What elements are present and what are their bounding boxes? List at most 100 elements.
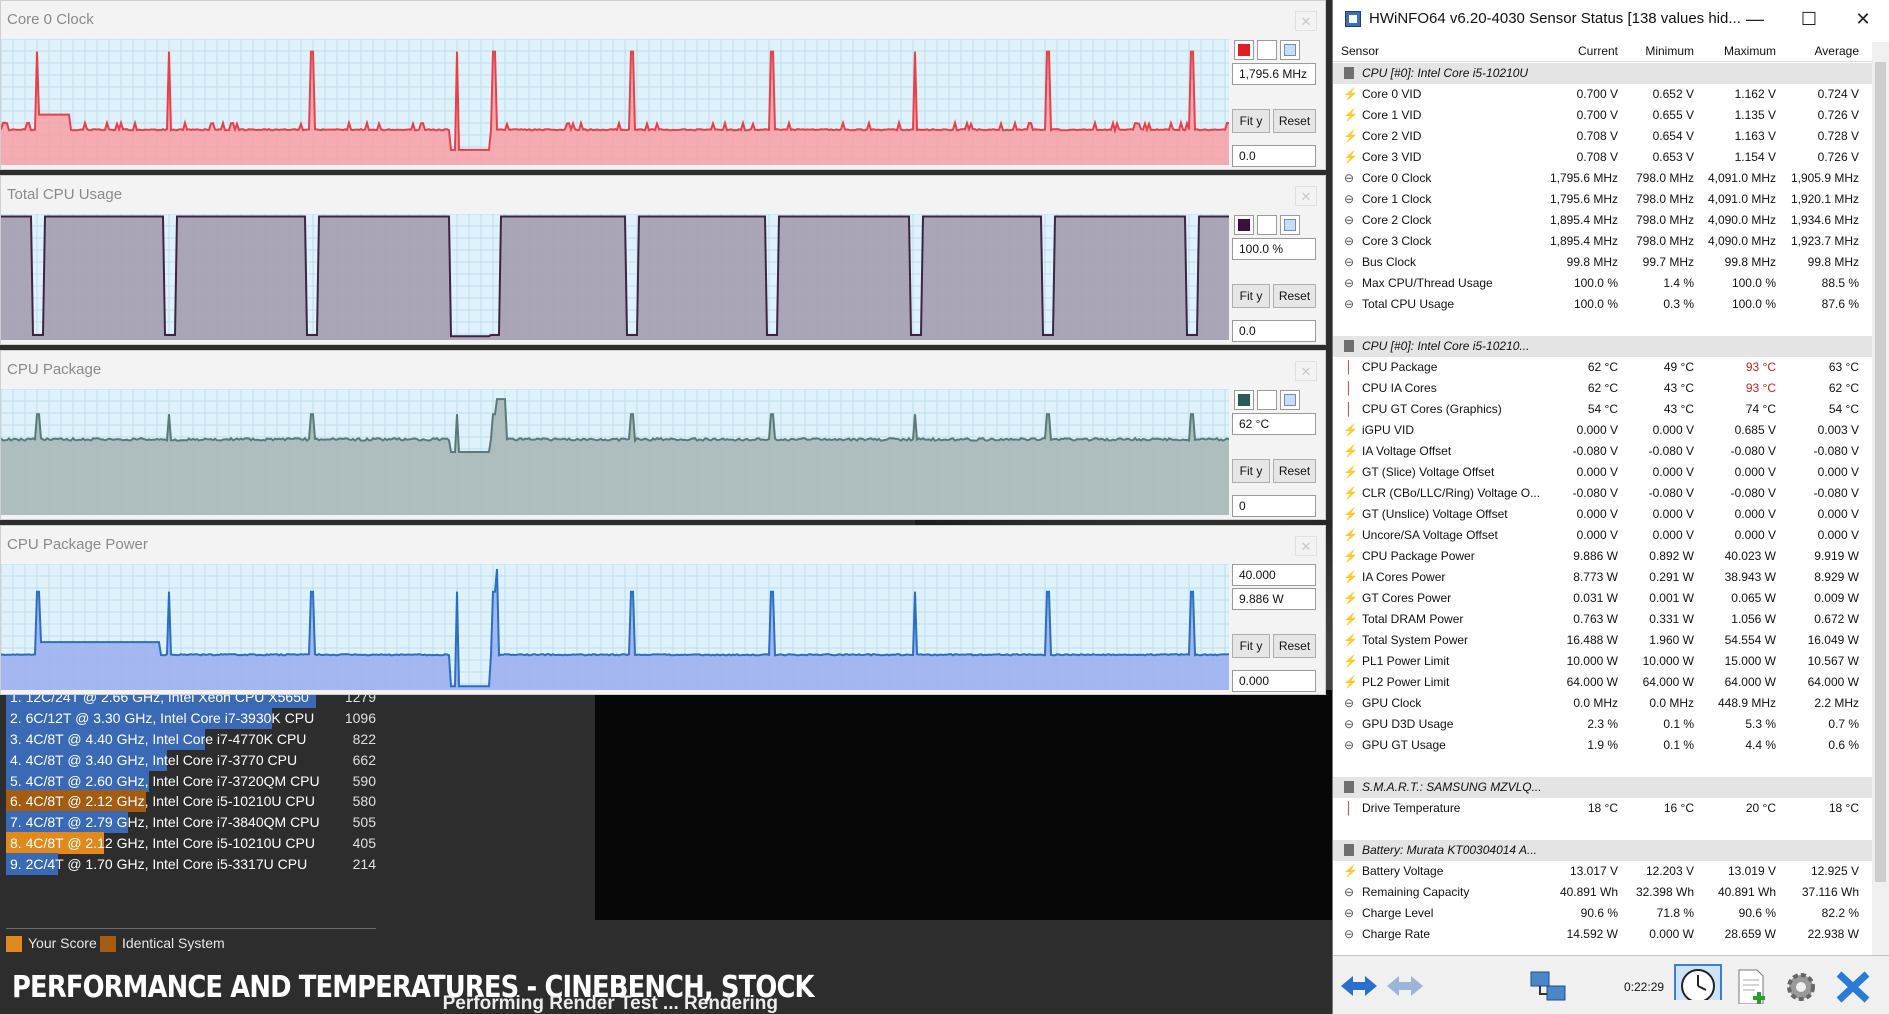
line-color-swatch[interactable]: [1234, 40, 1254, 60]
ranking-row[interactable]: 8. 4C/8T @ 2.12 GHz, Intel Core i5-10210…: [6, 832, 376, 854]
sensor-row[interactable]: ⚡ GT (Slice) Voltage Offset 0.000 V 0.000 V…: [1333, 462, 1873, 483]
fit-y-button[interactable]: Fit y: [1232, 284, 1270, 308]
sensor-group-row[interactable]: S.M.A.R.T.: SAMSUNG MZVLQ...: [1333, 777, 1873, 798]
sensor-row[interactable]: ⚡ IA Voltage Offset -0.080 V -0.080 V -0.080…: [1333, 441, 1873, 462]
minimize-button[interactable]: —: [1728, 0, 1782, 38]
network-icon[interactable]: [1527, 968, 1571, 1004]
sensor-row[interactable]: ⊖ GPU GT Usage 1.9 % 0.1 % 4.4 % 0.6 %: [1333, 735, 1873, 756]
hwinfo-sensor-window: HWiNFO64 v6.20-4030 Sensor Status [138 v…: [1332, 0, 1889, 1014]
header-minimum[interactable]: Minimum: [1645, 44, 1694, 58]
fit-y-button[interactable]: Fit y: [1232, 459, 1270, 483]
graph-close-button[interactable]: ✕: [1295, 361, 1317, 381]
reset-button[interactable]: Reset: [1273, 109, 1316, 133]
sensor-row[interactable]: ⚡ PL2 Power Limit 64.000 W 64.000 W 64.000 W…: [1333, 672, 1873, 693]
line-color-swatch[interactable]: [1234, 390, 1254, 410]
navigate-disabled-icon[interactable]: [1385, 968, 1425, 1004]
fit-y-button[interactable]: Fit y: [1232, 634, 1270, 658]
settings-gear-icon[interactable]: [1781, 968, 1821, 1004]
sensor-row[interactable]: ⚡ Total System Power 16.488 W 1.960 W 54.554…: [1333, 630, 1873, 651]
sensor-row[interactable]: ⚡ GT Cores Power 0.031 W 0.001 W 0.065 W 0.00…: [1333, 588, 1873, 609]
reset-button[interactable]: Reset: [1273, 459, 1316, 483]
graph-bottom-value[interactable]: 0: [1232, 495, 1316, 517]
sensor-row[interactable]: ⚡ GT (Unslice) Voltage Offset 0.000 V 0.000…: [1333, 504, 1873, 525]
fill-color-swatch[interactable]: [1257, 40, 1277, 60]
ranking-row[interactable]: 6. 4C/8T @ 2.12 GHz, Intel Core i5-10210…: [6, 790, 376, 812]
fill-color-swatch[interactable]: [1257, 390, 1277, 410]
sensor-row[interactable]: ⊖ GPU D3D Usage 2.3 % 0.1 % 5.3 % 0.7 %: [1333, 714, 1873, 735]
sensor-row[interactable]: ⚡ CLR (CBo/LLC/Ring) Voltage O... -0.080 V…: [1333, 483, 1873, 504]
graph-close-button[interactable]: ✕: [1295, 11, 1317, 31]
sensor-row[interactable]: ⚡ Battery Voltage 13.017 V 12.203 V 13.019 V…: [1333, 861, 1873, 882]
sensor-row[interactable]: ⊖ Max CPU/Thread Usage 100.0 % 1.4 % 100.0 %…: [1333, 273, 1873, 294]
sensor-row[interactable]: ⚡ iGPU VID 0.000 V 0.000 V 0.685 V 0.003 V: [1333, 420, 1873, 441]
fill-color-swatch[interactable]: [1257, 215, 1277, 235]
sensor-row[interactable]: ⚡ Total DRAM Power 0.763 W 0.331 W 1.056 W 0.…: [1333, 609, 1873, 630]
graph-top-value[interactable]: 40.000: [1232, 564, 1316, 586]
sensor-row[interactable]: ⊖ Charge Rate 14.592 W 0.000 W 28.659 W 22.93…: [1333, 924, 1873, 945]
sensor-row[interactable]: │ CPU Package 62 °C 49 °C 93 °C 63 °C: [1333, 357, 1873, 378]
ranking-row[interactable]: 9. 2C/4T @ 1.70 GHz, Intel Core i5-3317U…: [6, 853, 376, 875]
header-sensor[interactable]: Sensor: [1341, 44, 1379, 58]
sensor-row[interactable]: ⊖ Core 1 Clock 1,795.6 MHz 798.0 MHz 4,091.0…: [1333, 189, 1873, 210]
close-x-icon[interactable]: [1833, 968, 1873, 1004]
maximum-value: 1.162 V: [1734, 87, 1776, 101]
sensor-label: iGPU VID: [1362, 423, 1415, 437]
sensor-row[interactable]: ⊖ Remaining Capacity 40.891 Wh 32.398 Wh 40.…: [1333, 882, 1873, 903]
ranking-row[interactable]: 3. 4C/8T @ 4.40 GHz, Intel Core i7-4770K…: [6, 728, 376, 750]
graph-bottom-value[interactable]: 0.0: [1232, 320, 1316, 342]
sensor-label: Core 2 VID: [1362, 129, 1422, 143]
graph-close-button[interactable]: ✕: [1295, 186, 1317, 206]
ranking-row[interactable]: 2. 6C/12T @ 3.30 GHz, Intel Core i7-3930…: [6, 707, 376, 729]
close-button[interactable]: ✕: [1836, 0, 1889, 38]
ranking-row[interactable]: 4. 4C/8T @ 3.40 GHz, Intel Core i7-3770 …: [6, 749, 376, 771]
fit-y-button[interactable]: Fit y: [1232, 109, 1270, 133]
current-value: 13.017 V: [1569, 864, 1618, 878]
sensor-row[interactable]: ⚡ Core 0 VID 0.700 V 0.652 V 1.162 V 0.724 V: [1333, 84, 1873, 105]
ranking-row[interactable]: 7. 4C/8T @ 2.79 GHz, Intel Core i7-3840Q…: [6, 811, 376, 833]
sensor-row[interactable]: ⊖ GPU Clock 0.0 MHz 0.0 MHz 448.9 MHz 2.2 MHz: [1333, 693, 1873, 714]
title-bar[interactable]: HWiNFO64 v6.20-4030 Sensor Status [138 v…: [1333, 0, 1889, 38]
sensor-row[interactable]: ⚡ PL1 Power Limit 10.000 W 10.000 W 15.000 W…: [1333, 651, 1873, 672]
sensor-group-row[interactable]: CPU [#0]: Intel Core i5-10210U: [1333, 63, 1873, 84]
header-average[interactable]: Average: [1815, 44, 1859, 58]
sensor-row[interactable]: │ CPU IA Cores 62 °C 43 °C 93 °C 62 °C: [1333, 378, 1873, 399]
header-current[interactable]: Current: [1578, 44, 1618, 58]
ranking-label: 6. 4C/8T @ 2.12 GHz, Intel Core i5-10210…: [10, 793, 315, 809]
sensor-group-row[interactable]: Battery: Murata KT00304014 A...: [1333, 840, 1873, 861]
reset-button[interactable]: Reset: [1273, 634, 1316, 658]
header-maximum[interactable]: Maximum: [1724, 44, 1776, 58]
sensor-label: Remaining Capacity: [1362, 885, 1470, 899]
sensor-row[interactable]: ⚡ CPU Package Power 9.886 W 0.892 W 40.023 W…: [1333, 546, 1873, 567]
ranking-row[interactable]: 5. 4C/8T @ 2.60 GHz, Intel Core i7-3720Q…: [6, 770, 376, 792]
navigate-left-right-icon[interactable]: [1339, 968, 1379, 1004]
sensor-row[interactable]: ⚡ IA Cores Power 8.773 W 0.291 W 38.943 W 8.9…: [1333, 567, 1873, 588]
line-color-swatch[interactable]: [1234, 215, 1254, 235]
sensor-row[interactable]: ⊖ Bus Clock 99.8 MHz 99.7 MHz 99.8 MHz 99.8 M…: [1333, 252, 1873, 273]
graph-bottom-value[interactable]: 0.000: [1232, 670, 1316, 692]
background-color-swatch[interactable]: [1280, 215, 1300, 235]
graph-close-button[interactable]: ✕: [1295, 536, 1317, 556]
sensor-group-row[interactable]: CPU [#0]: Intel Core i5-10210...: [1333, 336, 1873, 357]
sensor-row[interactable]: ⊖ Charge Level 90.6 % 71.8 % 90.6 % 82.2 %: [1333, 903, 1873, 924]
group-label: CPU [#0]: Intel Core i5-10210U: [1362, 66, 1529, 80]
sensor-row[interactable]: ⚡ Core 3 VID 0.708 V 0.653 V 1.154 V 0.726 V: [1333, 147, 1873, 168]
sensor-row[interactable]: ⊖ Total CPU Usage 100.0 % 0.3 % 100.0 % 87.6 …: [1333, 294, 1873, 315]
sensor-row[interactable]: ⊖ Core 2 Clock 1,895.4 MHz 798.0 MHz 4,090.0…: [1333, 210, 1873, 231]
background-color-swatch[interactable]: [1280, 390, 1300, 410]
sensor-row[interactable]: ⚡ Core 2 VID 0.708 V 0.654 V 1.163 V 0.728 V: [1333, 126, 1873, 147]
sensor-row[interactable]: ⊖ Core 0 Clock 1,795.6 MHz 798.0 MHz 4,091.0…: [1333, 168, 1873, 189]
graph-bottom-value[interactable]: 0.0: [1232, 145, 1316, 167]
sensor-row[interactable]: │ Drive Temperature 18 °C 16 °C 20 °C 18 °C: [1333, 798, 1873, 819]
scrollbar-thumb[interactable]: [1875, 62, 1886, 882]
sensor-row[interactable]: ⚡ Uncore/SA Voltage Offset 0.000 V 0.000 V 0…: [1333, 525, 1873, 546]
report-icon[interactable]: [1731, 968, 1771, 1004]
maximize-button[interactable]: ☐: [1782, 0, 1836, 38]
clock-icon[interactable]: [1674, 964, 1722, 1000]
sensor-row[interactable]: ⚡ Core 1 VID 0.700 V 0.655 V 1.135 V 0.726 V: [1333, 105, 1873, 126]
minimum-value: 798.0 MHz: [1635, 234, 1694, 248]
vertical-scrollbar[interactable]: [1872, 42, 1889, 955]
reset-button[interactable]: Reset: [1273, 284, 1316, 308]
sensor-row[interactable]: │ CPU GT Cores (Graphics) 54 °C 43 °C 74 °C 5…: [1333, 399, 1873, 420]
background-color-swatch[interactable]: [1280, 40, 1300, 60]
sensor-row[interactable]: ⊖ Core 3 Clock 1,895.4 MHz 798.0 MHz 4,090.0…: [1333, 231, 1873, 252]
